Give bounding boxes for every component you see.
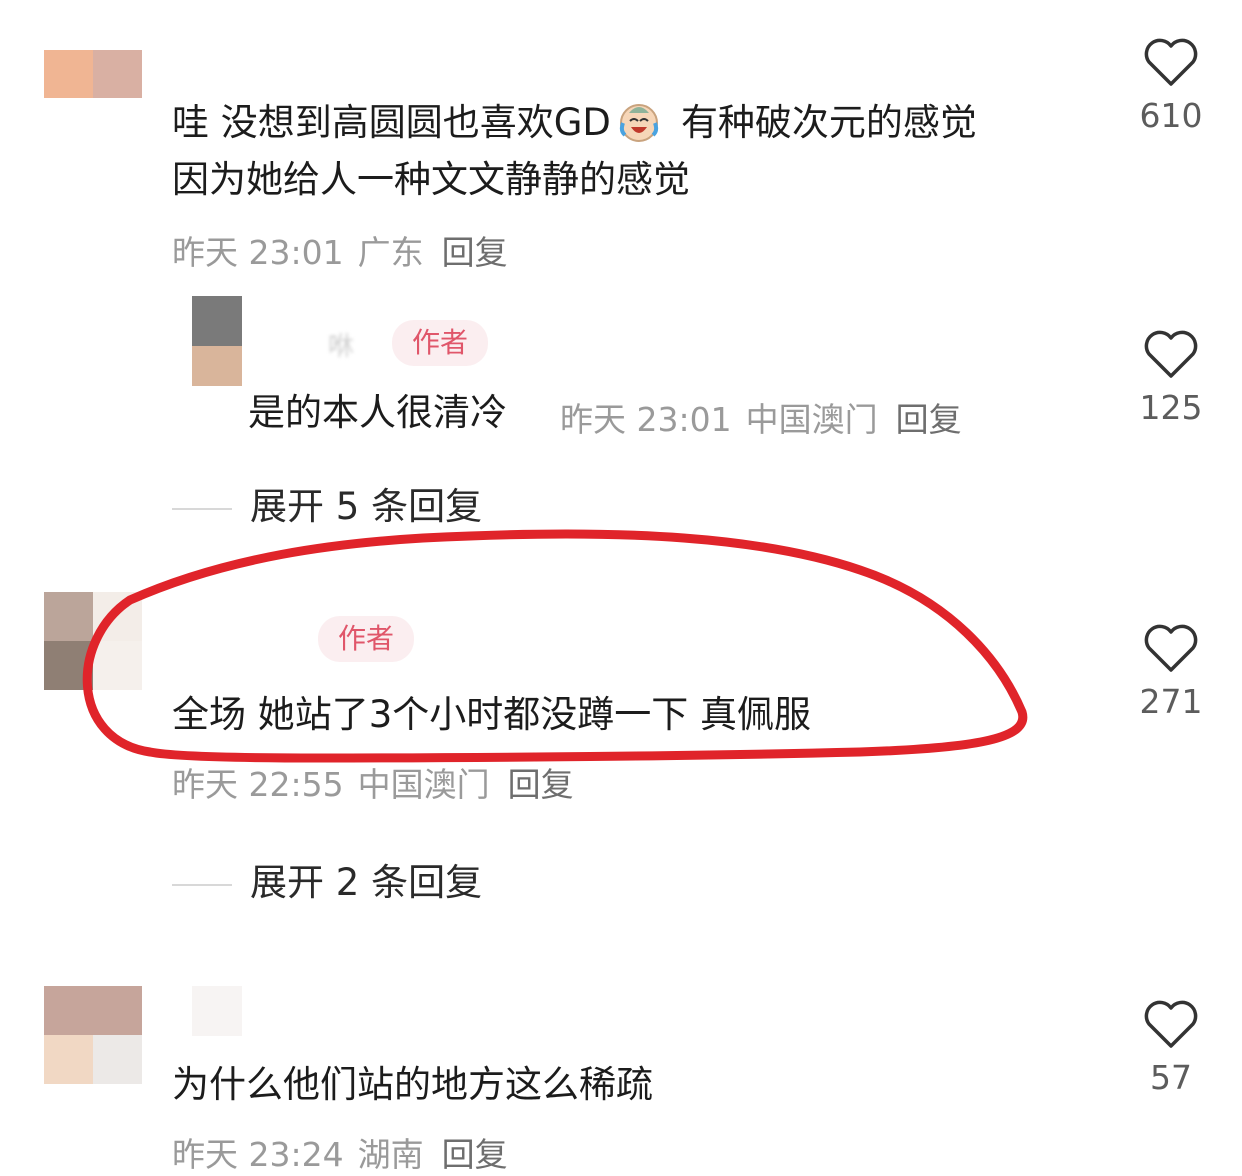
avatar-pixel	[44, 50, 93, 98]
expand-replies-button[interactable]: 展开 5 条回复	[172, 476, 482, 530]
comment-meta: 昨天 22:55 中国澳门 回复	[172, 758, 588, 806]
avatar-pixel	[44, 592, 93, 641]
reply-button[interactable]: 回复	[508, 765, 574, 804]
avatar-pixel	[93, 592, 142, 641]
like-button[interactable]: 57	[1126, 1000, 1216, 1097]
avatar-pixel	[192, 296, 242, 346]
like-count: 271	[1139, 682, 1203, 721]
expand-replies-label: 展开 5 条回复	[250, 485, 483, 528]
crying-laughing-emoji-icon	[615, 99, 663, 159]
heart-outline-icon	[1144, 330, 1198, 378]
like-button[interactable]: 271	[1126, 624, 1216, 721]
avatar-pixel	[192, 346, 242, 386]
location: 中国澳门	[357, 765, 490, 804]
timestamp: 昨天 22:55	[172, 765, 344, 804]
avatar-pixel	[93, 641, 142, 690]
reply-button[interactable]: 回复	[442, 1135, 508, 1174]
username[interactable]: 咻	[328, 326, 354, 363]
avatar-pixel	[93, 1035, 142, 1084]
comment-text-line1-after: 有种破次元的感觉	[680, 101, 977, 144]
timestamp: 昨天 23:24	[172, 1135, 344, 1174]
comment-meta: 昨天 23:01 广东 回复	[172, 226, 522, 274]
comment-text: 是的本人很清冷	[248, 384, 507, 441]
comment-text: 哇 没想到高圆圆也喜欢GD 有种破次元的感觉	[172, 94, 977, 159]
comment-text-line1: 哇 没想到高圆圆也喜欢GD	[172, 101, 611, 144]
like-count: 57	[1150, 1058, 1192, 1097]
avatar[interactable]	[44, 592, 142, 690]
author-badge: 作者	[392, 320, 489, 366]
avatar-pixel	[93, 50, 142, 98]
expand-replies-button[interactable]: 展开 2 条回复	[172, 852, 482, 906]
expand-replies-label: 展开 2 条回复	[250, 861, 483, 904]
comment-meta: 昨天 23:01 中国澳门 回复	[560, 393, 976, 441]
like-button[interactable]: 125	[1126, 330, 1216, 427]
avatar-pixel	[44, 986, 142, 1035]
username-placeholder[interactable]	[192, 986, 242, 1036]
timestamp: 昨天 23:01	[560, 400, 732, 439]
avatar-pixel	[44, 641, 93, 690]
timestamp: 昨天 23:01	[172, 233, 344, 272]
reply-button[interactable]: 回复	[442, 233, 508, 272]
avatar[interactable]	[44, 986, 142, 1084]
comment-text: 全场 她站了3个小时都没蹲一下 真佩服	[172, 693, 812, 736]
comment-text: 为什么他们站的地方这么稀疏	[172, 1063, 653, 1106]
like-count: 125	[1139, 388, 1203, 427]
location: 湖南	[357, 1135, 424, 1174]
avatar[interactable]	[192, 296, 242, 386]
heart-outline-icon	[1144, 624, 1198, 672]
comment-text-body: 是的本人很清冷	[248, 391, 507, 434]
location: 广东	[357, 233, 424, 272]
like-count: 610	[1139, 96, 1203, 135]
like-button[interactable]: 610	[1126, 38, 1216, 135]
heart-outline-icon	[1144, 1000, 1198, 1048]
avatar-pixel	[44, 1035, 93, 1084]
author-badge: 作者	[318, 616, 415, 662]
avatar[interactable]	[44, 50, 142, 98]
heart-outline-icon	[1144, 38, 1198, 86]
comment-text-line2: 因为她给人一种文文静静的感觉	[172, 158, 690, 201]
divider	[172, 507, 232, 510]
divider	[172, 883, 232, 886]
location: 中国澳门	[745, 400, 878, 439]
reply-button[interactable]: 回复	[896, 400, 962, 439]
